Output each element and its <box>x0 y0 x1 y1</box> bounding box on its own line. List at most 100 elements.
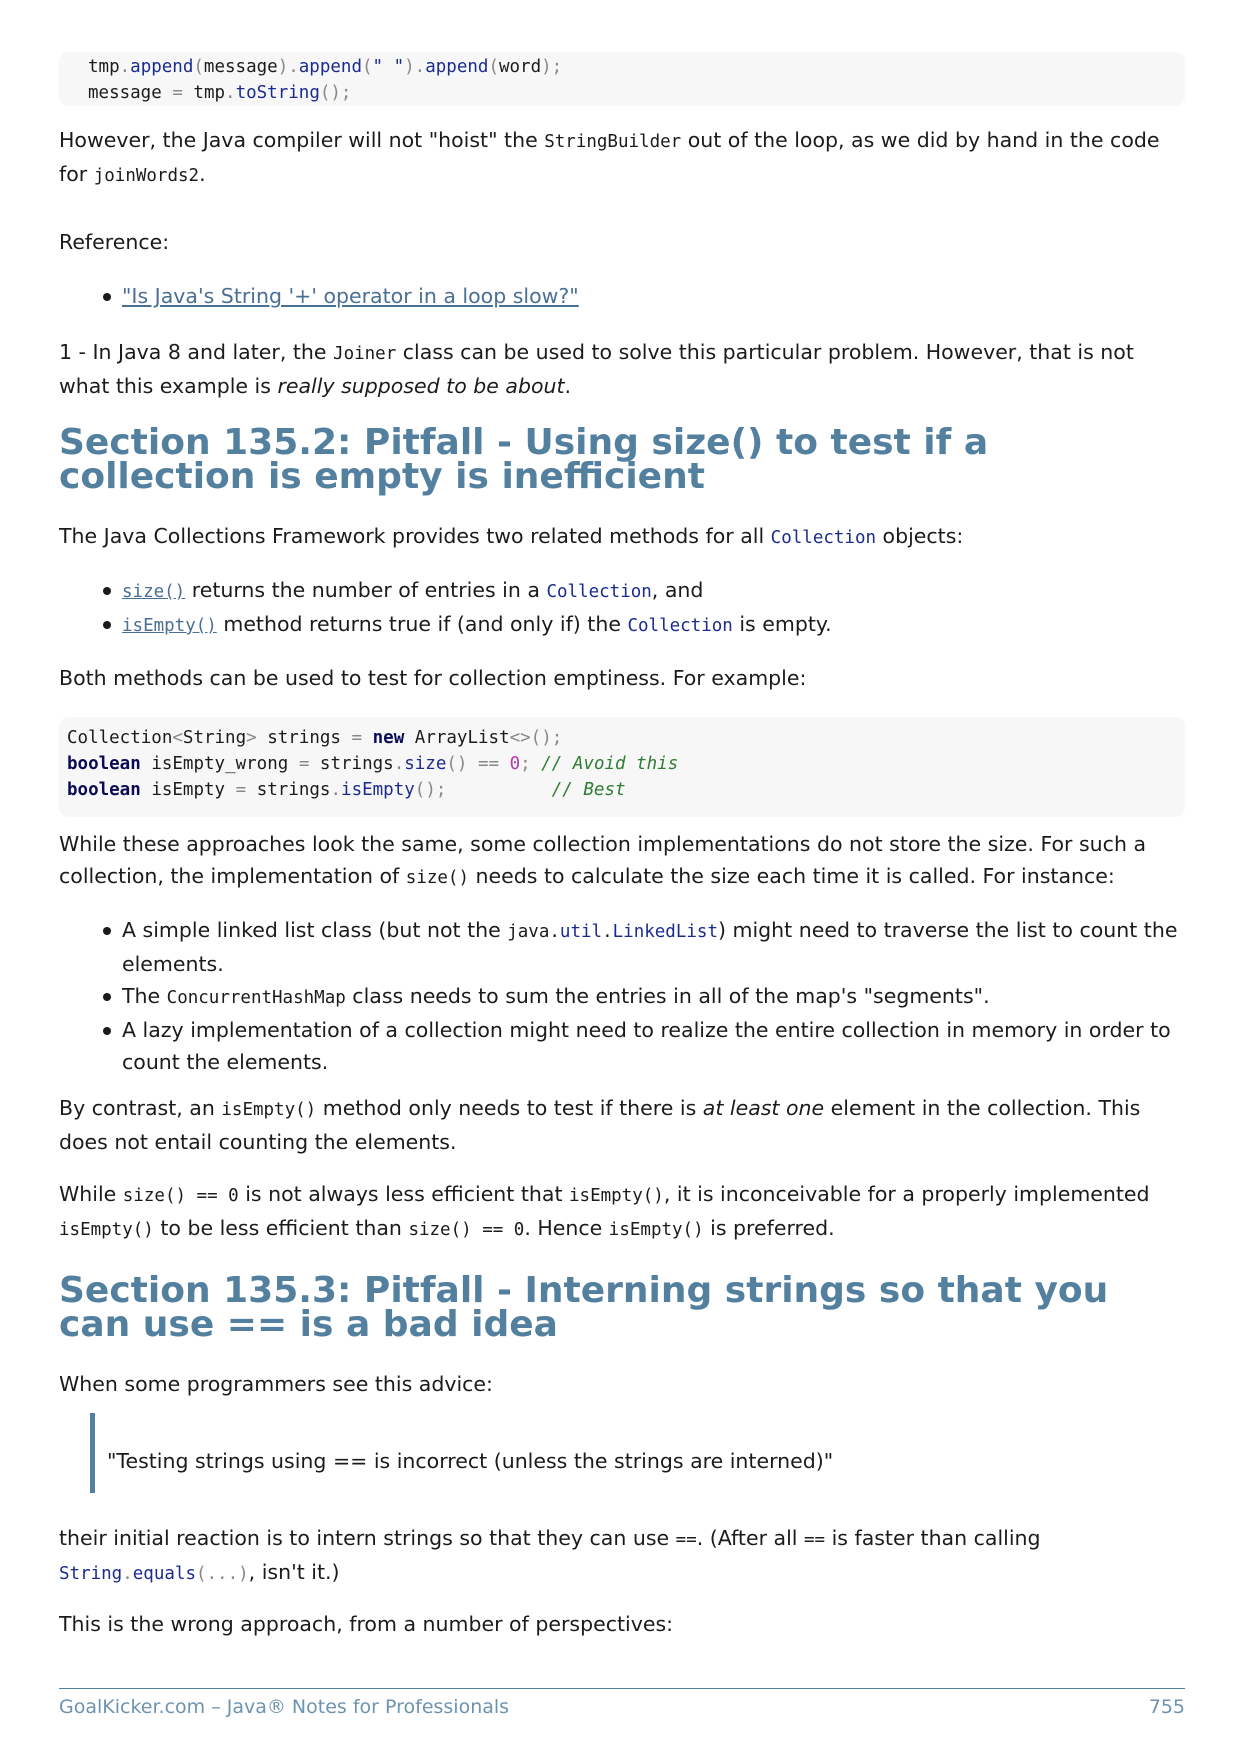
text: returns the number of entries in a <box>185 578 547 602</box>
reference-list: "Is Java's String '+' operator in a loop… <box>59 280 1185 312</box>
inline-code: . <box>602 922 613 942</box>
inline-code: Joiner <box>333 344 397 364</box>
isempty-link[interactable]: isEmpty() <box>122 616 217 636</box>
reference-label: Reference: <box>59 230 170 254</box>
page-footer: GoalKicker.com – Java® Notes for Profess… <box>59 1696 1185 1718</box>
text: method returns true if (and only if) the <box>216 612 628 636</box>
paragraph-hoist: However, the Java compiler will not "hoi… <box>59 124 1185 192</box>
paragraph-contrast: By contrast, an isEmpty() method only ne… <box>59 1092 1185 1158</box>
reference-link[interactable]: "Is Java's String '+' operator in a loop… <box>122 284 579 308</box>
code-token: 0 <box>509 754 521 774</box>
inline-code: Collection <box>627 616 733 636</box>
inline-code: isEmpty() <box>608 1220 704 1240</box>
code-token: String <box>182 728 247 748</box>
code-token: size <box>404 754 447 774</box>
text: While <box>59 1182 123 1206</box>
inline-code: equals <box>132 1564 196 1584</box>
text: is preferred. <box>703 1216 835 1240</box>
code-token: ArrayList <box>414 728 510 748</box>
paragraph-advice: When some programmers see this advice: <box>59 1372 493 1396</box>
text: The <box>122 984 167 1008</box>
code-token: message <box>88 83 162 103</box>
code-token: message <box>203 57 278 77</box>
list-item: A simple linked list class (but not the … <box>59 914 1185 980</box>
list-item: The ConcurrentHashMap class needs to sum… <box>59 980 1185 1014</box>
paragraph-efficiency: While size() == 0 is not always less eff… <box>59 1178 1185 1246</box>
code-token: isEmpty <box>341 780 415 800</box>
text: , isn't it.) <box>248 1560 340 1584</box>
text: . <box>564 374 572 398</box>
methods-list: size() returns the number of entries in … <box>59 574 1185 642</box>
code-comment: // Best <box>551 780 626 800</box>
footer-divider <box>59 1688 1185 1689</box>
inline-code: isEmpty() <box>569 1186 664 1206</box>
footnote: 1 - In Java 8 and later, the Joiner clas… <box>59 336 1185 402</box>
inline-code: size() <box>405 868 469 888</box>
code-token: append <box>130 57 194 77</box>
section-heading-135-3: Section 135.3: Pitfall - Interning strin… <box>59 1270 1109 1345</box>
code-token: boolean <box>67 780 141 800</box>
code-token: tmp <box>88 57 120 77</box>
text: The Java Collections Framework provides … <box>59 524 771 548</box>
code-token: word <box>498 57 542 77</box>
code-token: " " <box>372 57 405 77</box>
paragraph-wrong: This is the wrong approach, from a numbe… <box>59 1612 674 1636</box>
footer-source: GoalKicker.com – Java® Notes for Profess… <box>59 1696 510 1718</box>
size-link[interactable]: size() <box>122 582 185 602</box>
text: , and <box>651 578 704 602</box>
text: method only needs to test if there is <box>316 1096 703 1120</box>
code-token: isEmpty_wrong <box>151 754 289 774</box>
code-token: isEmpty <box>151 780 226 800</box>
code-token: toString <box>235 83 320 103</box>
code-token: strings <box>319 754 394 774</box>
text: objects: <box>876 524 964 548</box>
text: . (After all <box>696 1526 804 1550</box>
code-token: boolean <box>67 754 141 774</box>
page-number: 755 <box>1148 1696 1185 1718</box>
inline-code: ConcurrentHashMap <box>166 988 346 1008</box>
list-item: size() returns the number of entries in … <box>59 574 1185 608</box>
inline-code: == <box>803 1530 826 1550</box>
inline-code: Collection <box>770 528 877 548</box>
inline-code: (...) <box>195 1564 249 1584</box>
emphasis: really supposed to be about <box>277 374 565 398</box>
inline-code: joinWords2 <box>93 166 200 186</box>
text: . <box>199 162 206 186</box>
text: is empty. <box>732 612 832 636</box>
paragraph-intro: The Java Collections Framework provides … <box>59 520 1185 554</box>
implementations-list: A simple linked list class (but not the … <box>59 914 1185 1078</box>
inline-code: StringBuilder <box>544 132 682 152</box>
code-token: Collection <box>67 728 173 748</box>
blockquote: "Testing strings using == is incorrect (… <box>59 1413 1185 1493</box>
code-token: strings <box>256 780 331 800</box>
code-block-collection: Collection<String> strings = new ArrayLi… <box>59 717 1185 817</box>
code-token: append <box>425 57 489 77</box>
paragraph-approaches: While these approaches look the same, so… <box>59 828 1185 894</box>
emphasis: at least one <box>702 1096 825 1120</box>
code-token: new <box>372 728 405 748</box>
inline-code: String <box>59 1564 123 1584</box>
code-token: strings <box>267 728 341 748</box>
inline-code: util <box>559 922 603 942</box>
text: their initial reaction is to intern stri… <box>59 1526 676 1550</box>
text: . Hence <box>524 1216 609 1240</box>
section-heading-135-2: Section 135.2: Pitfall - Using size() to… <box>59 422 989 497</box>
list-item: isEmpty() method returns true if (and on… <box>59 608 1185 642</box>
inline-code: isEmpty() <box>221 1100 317 1120</box>
inline-code: == <box>675 1530 697 1550</box>
code-token: append <box>298 57 362 77</box>
list-item: "Is Java's String '+' operator in a loop… <box>59 280 1185 312</box>
inline-code: Collection <box>546 582 652 602</box>
code-token: tmp <box>193 83 226 103</box>
text: is faster than calling <box>825 1526 1041 1550</box>
text: 1 - In Java 8 and later, the <box>59 340 334 364</box>
text: needs to calculate the size each time it… <box>469 864 1115 888</box>
text: However, the Java compiler will not "hoi… <box>59 128 545 152</box>
list-item: A lazy implementation of a collection mi… <box>59 1014 1185 1078</box>
text: is not always less efficient that <box>238 1182 570 1206</box>
text: A simple linked list class (but not the <box>122 918 508 942</box>
text: , it is inconceivable for a properly imp… <box>663 1182 1150 1206</box>
inline-code: size() == 0 <box>122 1186 239 1206</box>
text: to be less efficient than <box>153 1216 409 1240</box>
inline-code: isEmpty() <box>59 1220 154 1240</box>
